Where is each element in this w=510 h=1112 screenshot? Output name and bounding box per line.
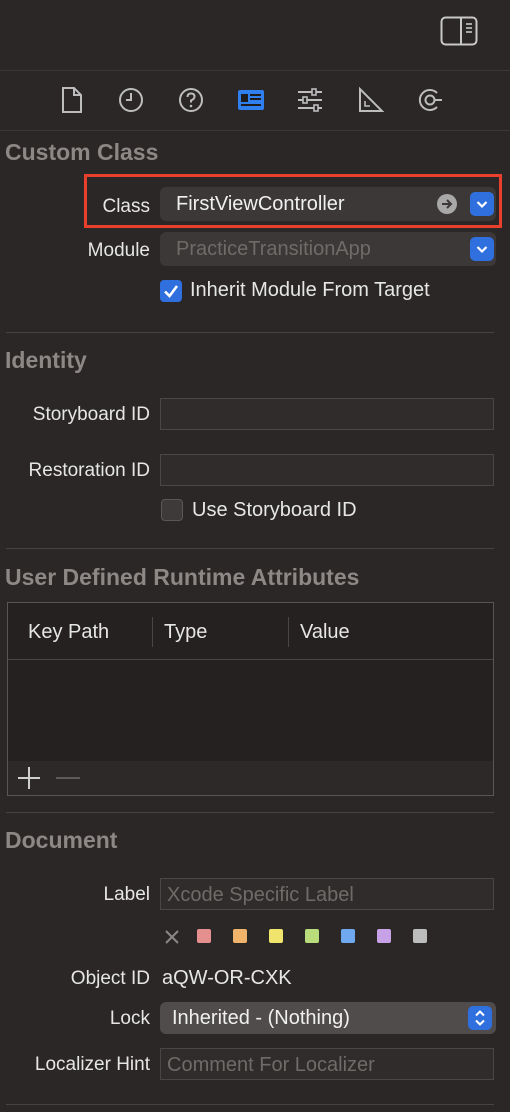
localizer-hint-placeholder: Comment For Localizer	[167, 1054, 375, 1076]
attributes-icon[interactable]	[296, 86, 324, 114]
table-header: Key Path Type Value	[8, 603, 493, 660]
storyboard-id-label: Storyboard ID	[32, 404, 150, 425]
color-swatch-gray[interactable]	[413, 929, 427, 943]
table-footer	[8, 761, 493, 795]
inherit-module-checkbox[interactable]	[160, 280, 182, 302]
connections-icon[interactable]	[416, 86, 444, 114]
column-header-key-path[interactable]: Key Path	[28, 621, 109, 644]
use-storyboard-id-checkbox[interactable]	[161, 499, 183, 521]
restoration-id-field[interactable]	[160, 454, 494, 486]
custom-class-title: Custom Class	[5, 139, 159, 165]
lock-label: Lock	[109, 1008, 150, 1029]
file-icon[interactable]	[58, 86, 86, 114]
label-field[interactable]: Xcode Specific Label	[160, 878, 494, 910]
runtime-attributes-title: User Defined Runtime Attributes	[5, 564, 360, 590]
color-swatch-purple[interactable]	[377, 929, 391, 943]
section-divider	[6, 1104, 494, 1105]
color-swatch-orange[interactable]	[233, 929, 247, 943]
document-title: Document	[5, 827, 118, 853]
lock-updown-chevron-icon[interactable]	[468, 1006, 492, 1030]
class-dropdown-chevron-icon[interactable]	[470, 192, 494, 216]
color-swatch-yellow[interactable]	[269, 929, 283, 943]
section-divider	[6, 812, 494, 813]
identity-icon[interactable]	[237, 86, 265, 114]
checkmark-icon	[164, 285, 179, 298]
lock-popup-button[interactable]: Inherited - (Nothing)	[160, 1002, 496, 1034]
tabs-divider	[0, 130, 510, 131]
runtime-attributes-table[interactable]: Key Path Type Value	[7, 602, 494, 796]
help-icon[interactable]	[177, 86, 205, 114]
column-header-value[interactable]: Value	[300, 621, 350, 644]
class-combo-box[interactable]: FirstViewController	[160, 187, 496, 221]
class-label: Class	[102, 196, 150, 217]
section-divider	[6, 548, 494, 549]
localizer-hint-field[interactable]: Comment For Localizer	[160, 1048, 494, 1080]
module-dropdown-chevron-icon[interactable]	[470, 237, 494, 261]
section-divider	[6, 332, 494, 333]
object-id-label: Object ID	[70, 968, 150, 989]
toolbar-divider	[0, 70, 510, 71]
column-header-type[interactable]: Type	[164, 621, 207, 644]
navigate-arrow-icon[interactable]	[436, 193, 458, 215]
identity-title: Identity	[5, 347, 87, 373]
localizer-hint-label: Localizer Hint	[34, 1054, 150, 1075]
module-label: Module	[87, 240, 150, 261]
object-id-value: aQW-OR-CXK	[162, 967, 292, 989]
lock-value[interactable]: Inherited - (Nothing)	[172, 1007, 350, 1030]
size-icon[interactable]	[356, 86, 385, 114]
restoration-id-label: Restoration ID	[28, 460, 150, 481]
color-swatch-red[interactable]	[197, 929, 211, 943]
storyboard-id-field[interactable]	[160, 398, 494, 430]
label-placeholder: Xcode Specific Label	[167, 884, 354, 906]
use-storyboard-id-label[interactable]: Use Storyboard ID	[192, 499, 357, 522]
inspector-toggle-icon[interactable]	[440, 16, 478, 46]
column-divider	[152, 617, 153, 647]
remove-icon	[54, 765, 82, 791]
clear-color-icon[interactable]	[164, 929, 180, 945]
inherit-module-label[interactable]: Inherit Module From Target	[190, 279, 430, 302]
column-divider	[288, 617, 289, 647]
class-value[interactable]: FirstViewController	[176, 193, 345, 216]
module-combo-box[interactable]: PracticeTransitionApp	[160, 232, 496, 266]
module-placeholder: PracticeTransitionApp	[176, 238, 371, 260]
color-swatch-green[interactable]	[305, 929, 319, 943]
label-label: Label	[103, 884, 151, 905]
add-icon[interactable]	[16, 765, 42, 791]
history-icon[interactable]	[117, 86, 145, 114]
color-swatch-blue[interactable]	[341, 929, 355, 943]
